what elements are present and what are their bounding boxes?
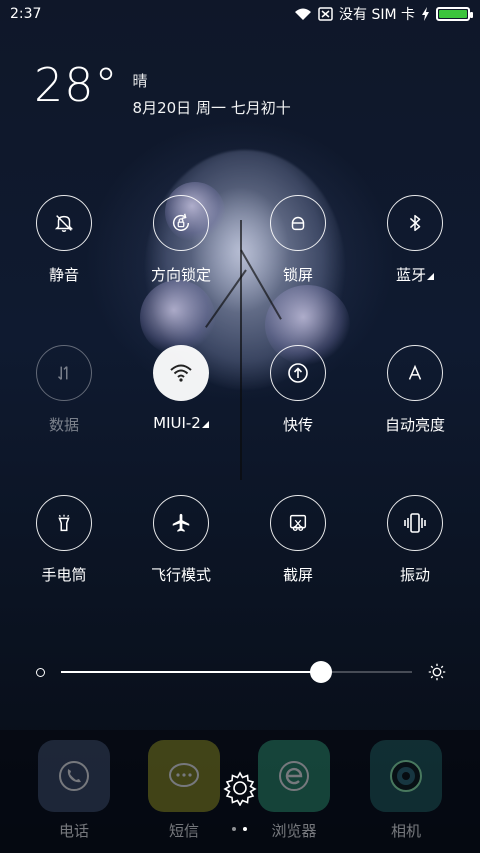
screenshot-icon	[289, 514, 307, 531]
toggle-label: 快传	[282, 416, 313, 434]
app-label: 电话	[58, 822, 89, 840]
app-label: 相机	[390, 822, 421, 840]
toggle-label: 截屏	[282, 566, 313, 584]
toggle-rotation-lock-button[interactable]	[153, 195, 209, 251]
toggle-label: 锁屏	[282, 266, 313, 284]
battery-icon	[436, 7, 473, 21]
auto-brightness-icon	[408, 364, 422, 380]
camera-icon	[390, 760, 422, 792]
toggle-label: 手电筒	[41, 566, 87, 584]
toggle-vibrate-button[interactable]	[387, 495, 443, 551]
brightness-thumb[interactable]	[309, 661, 332, 683]
toggle-bluetooth-button[interactable]	[387, 195, 443, 251]
toggle-rotation-lock[interactable]: 方向锁定	[131, 195, 231, 285]
toggle-bluetooth[interactable]: 蓝牙	[365, 195, 465, 285]
toggle-screenshot-button[interactable]	[270, 495, 326, 551]
messages-app-icon[interactable]	[148, 740, 220, 812]
page-indicator	[232, 827, 247, 831]
toggle-data[interactable]: 数据	[14, 345, 114, 435]
wallpaper-stem	[240, 220, 242, 480]
brightness-high-icon	[428, 663, 446, 681]
flashlight-icon	[58, 514, 70, 532]
toggle-wifi-button[interactable]	[153, 345, 209, 401]
toggle-label: 自动亮度	[384, 416, 445, 434]
toggle-label: 飞行模式	[150, 566, 211, 584]
status-time: 2:37	[10, 6, 42, 22]
wifi-status-icon	[295, 8, 311, 20]
airplane-icon	[172, 513, 190, 532]
toggle-vibrate[interactable]: 振动	[365, 495, 465, 585]
toggle-airplane-mode-button[interactable]	[153, 495, 209, 551]
temperature: 28°	[34, 58, 119, 112]
brightness-slider[interactable]	[36, 660, 446, 684]
app-phone[interactable]: 电话	[38, 740, 110, 841]
app-messages[interactable]: 短信	[148, 740, 220, 841]
toggle-lock-screen[interactable]: 锁屏	[248, 195, 348, 285]
toggle-screenshot[interactable]: 截屏	[248, 495, 348, 585]
bell-off-icon	[54, 215, 74, 232]
toggle-wifi[interactable]: MIUI-2	[131, 345, 231, 432]
toggle-label: 蓝牙	[395, 266, 426, 284]
toggle-label: 静音	[48, 266, 79, 284]
toggle-data-button[interactable]	[36, 345, 92, 401]
browser-app-icon[interactable]	[258, 740, 330, 812]
camera-app-icon[interactable]	[370, 740, 442, 812]
toggle-flashlight-button[interactable]	[36, 495, 92, 551]
toggle-label-wrap: 蓝牙	[396, 264, 434, 285]
wallpaper-flower	[140, 280, 215, 355]
bluetooth-icon	[409, 214, 421, 232]
toggle-lock-screen-button[interactable]	[270, 195, 326, 251]
toggle-label: 数据	[48, 416, 79, 434]
lock-icon	[291, 216, 305, 231]
toggle-quick-transfer[interactable]: 快传	[248, 345, 348, 435]
data-arrows-icon	[57, 366, 68, 380]
toggle-airplane-mode[interactable]: 飞行模式	[131, 495, 231, 585]
browser-icon	[279, 761, 309, 791]
phone-icon	[59, 761, 89, 791]
brightness-low-icon	[36, 667, 45, 677]
battery-level	[439, 10, 467, 18]
wifi-icon	[170, 364, 192, 382]
toggle-auto-brightness-button[interactable]	[387, 345, 443, 401]
settings-gear-icon[interactable]	[222, 770, 258, 806]
rotation-lock-icon	[172, 213, 190, 231]
status-bar: 2:37 没有 SIM 卡	[0, 0, 480, 28]
message-icon	[169, 763, 199, 787]
toggle-label: MIUI-2	[153, 414, 201, 432]
charging-icon	[422, 7, 429, 21]
toggle-label: 振动	[399, 566, 430, 584]
app-browser[interactable]: 浏览器	[258, 740, 330, 841]
sim-status-text: 没有 SIM 卡	[339, 7, 415, 23]
app-label: 短信	[168, 822, 199, 840]
page-dot-current	[243, 827, 247, 831]
toggle-mute-button[interactable]	[36, 195, 92, 251]
brightness-fill	[61, 671, 321, 673]
toggle-label: 方向锁定	[150, 266, 211, 284]
phone-app-icon[interactable]	[38, 740, 110, 812]
app-label: 浏览器	[271, 822, 317, 840]
expand-indicator-icon	[201, 421, 209, 428]
toggle-quick-transfer-button[interactable]	[270, 345, 326, 401]
page-dot	[232, 827, 236, 831]
no-sim-icon	[318, 7, 333, 21]
weather-widget[interactable]: 28° 晴 8月20日 周一 七月初十	[34, 62, 291, 118]
upload-icon	[288, 363, 308, 383]
toggle-label-wrap: MIUI-2	[153, 414, 209, 432]
expand-indicator-icon	[427, 273, 434, 280]
brightness-track[interactable]	[61, 661, 412, 683]
weather-condition: 晴	[132, 72, 148, 90]
app-camera[interactable]: 相机	[370, 740, 442, 841]
date-text: 8月20日 周一 七月初十	[132, 99, 291, 117]
toggle-auto-brightness[interactable]: 自动亮度	[365, 345, 465, 435]
toggle-mute[interactable]: 静音	[14, 195, 114, 285]
toggle-flashlight[interactable]: 手电筒	[14, 495, 114, 585]
vibrate-icon	[404, 513, 426, 533]
